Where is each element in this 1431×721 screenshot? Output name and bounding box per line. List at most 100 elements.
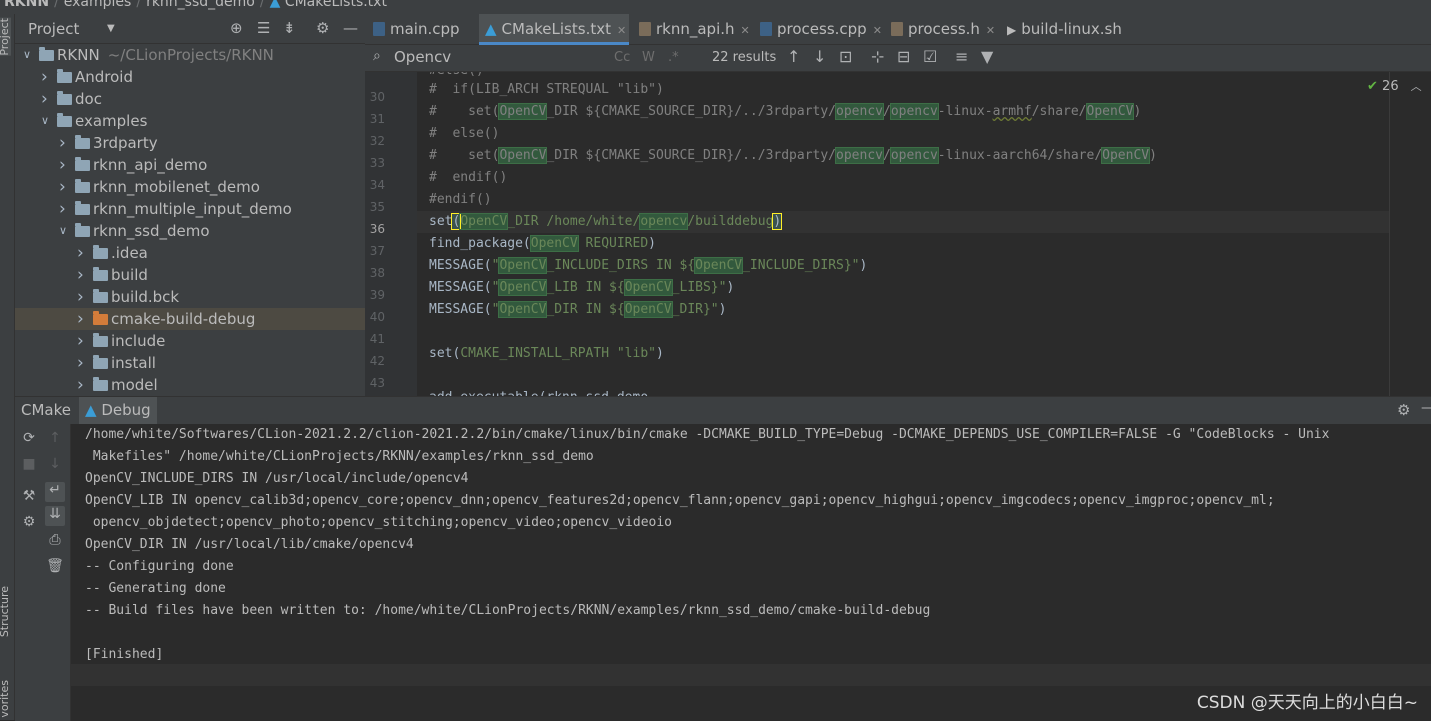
breadcrumb-item[interactable]: examples	[64, 0, 132, 10]
code-line[interactable]: MESSAGE("OpenCV_LIB IN ${OpenCV_LIBS}")	[429, 277, 734, 299]
chevron-right-icon[interactable]: ›	[77, 330, 84, 352]
tree-item[interactable]: › Android	[15, 66, 365, 88]
tree-item[interactable]: › model	[15, 374, 365, 396]
stop-icon[interactable]: ■	[19, 456, 39, 472]
tree-item[interactable]: › install	[15, 352, 365, 374]
chevron-down-icon[interactable]: ∨	[59, 220, 67, 242]
tab-build-linux-sh[interactable]: ▶ build-linux.sh	[1003, 14, 1139, 45]
print-icon[interactable]: ⎙	[45, 532, 65, 548]
code-line[interactable]: # endif()	[429, 167, 507, 189]
tree-item[interactable]: › rknn_api_demo	[15, 154, 365, 176]
tab-process-h[interactable]: process.h ✕	[887, 14, 999, 45]
chevron-right-icon[interactable]: ›	[41, 66, 48, 88]
close-icon[interactable]: ✕	[986, 24, 995, 37]
tree-item[interactable]: › cmake-build-debug	[15, 308, 365, 330]
code-line[interactable]: # set(OpenCV_DIR ${CMAKE_SOURCE_DIR}/../…	[429, 145, 1157, 167]
tree-item[interactable]: ∨ rknn_ssd_demo	[15, 220, 365, 242]
tree-item[interactable]: ∨ RKNN ~/CLionProjects/RKNN	[15, 44, 365, 66]
tab-main-cpp[interactable]: main.cpp	[369, 14, 479, 45]
select-occurrences-icon[interactable]: ☑	[923, 47, 937, 66]
add-occurrence-icon[interactable]: ⊹	[871, 47, 884, 66]
code-line[interactable]: #endif()	[429, 189, 492, 211]
breadcrumb-item[interactable]: RKNN	[4, 0, 49, 10]
options-icon[interactable]: ≡	[955, 47, 968, 66]
chevron-right-icon[interactable]: ›	[77, 242, 84, 264]
hide-icon[interactable]: —	[343, 19, 358, 37]
chevron-right-icon[interactable]: ›	[41, 88, 48, 110]
chevron-right-icon[interactable]: ›	[59, 198, 66, 220]
chevron-right-icon[interactable]: ›	[77, 352, 84, 374]
collapse-all-icon[interactable]: ☰	[257, 19, 270, 37]
tree-item[interactable]: › rknn_multiple_input_demo	[15, 198, 365, 220]
gear-icon[interactable]: ⚙	[316, 19, 329, 37]
chevron-down-icon[interactable]: ∨	[23, 44, 31, 66]
inspection-widget[interactable]: ✔ 26 ︿	[1367, 78, 1422, 94]
code-line[interactable]: MESSAGE("OpenCV_DIR IN ${OpenCV_DIR}")	[429, 299, 726, 321]
code-line[interactable]: MESSAGE("OpenCV_INCLUDE_DIRS IN ${OpenCV…	[429, 255, 867, 277]
breadcrumb-item[interactable]: rknn_ssd_demo	[146, 0, 255, 10]
tree-item[interactable]: ∨ examples	[15, 110, 365, 132]
trash-icon[interactable]: 🗑	[45, 558, 65, 574]
code-line[interactable]: # if(LIB_ARCH STREQUAL "lib")	[429, 79, 664, 101]
close-icon[interactable]: ✕	[873, 24, 882, 37]
tab-process-cpp[interactable]: process.cpp ✕	[756, 14, 882, 45]
code-line[interactable]: find_package(OpenCV REQUIRED)	[429, 233, 656, 255]
cmake-settings-icon[interactable]: ⚒	[19, 488, 39, 504]
tab-rknn-api-h[interactable]: rknn_api.h ✕	[635, 14, 753, 45]
tree-item[interactable]: › build	[15, 264, 365, 286]
code-line[interactable]: set(OpenCV_DIR /home/white/opencv/buildd…	[417, 211, 1389, 233]
chevron-down-icon[interactable]: ▼	[107, 23, 115, 34]
favorites-tool-button[interactable]: vorites	[0, 680, 11, 718]
structure-tool-button[interactable]: Structure	[0, 586, 11, 637]
chevron-up-icon[interactable]: ︿	[1411, 80, 1422, 93]
select-all-icon[interactable]: ⊡	[839, 47, 852, 66]
arrow-down-icon[interactable]: ↓	[813, 47, 826, 66]
code-line[interactable]: add_executable(rknn_ssd_demo	[429, 387, 648, 396]
gear-icon[interactable]: ⚙	[19, 514, 39, 530]
chevron-down-icon[interactable]: ∨	[41, 110, 49, 132]
tab-cmakelists[interactable]: ▲ CMakeLists.txt ✕	[479, 14, 629, 45]
chevron-right-icon[interactable]: ›	[59, 154, 66, 176]
arrow-up-icon[interactable]: ↑	[787, 47, 800, 66]
locate-icon[interactable]: ⊕	[230, 19, 243, 37]
hide-icon[interactable]: —	[1421, 400, 1431, 416]
project-tool-button[interactable]: Project	[0, 18, 11, 56]
scroll-to-end-icon[interactable]: ⇊	[45, 506, 65, 526]
chevron-right-icon[interactable]: ›	[77, 374, 84, 396]
tree-item[interactable]: › 3rdparty	[15, 132, 365, 154]
search-icon[interactable]: ⌕	[373, 48, 381, 64]
close-icon[interactable]: ✕	[741, 24, 750, 37]
code-line[interactable]: # set(OpenCV_DIR ${CMAKE_SOURCE_DIR}/../…	[429, 101, 1141, 123]
console-output[interactable]: /home/white/Softwares/CLion-2021.2.2/cli…	[71, 424, 1431, 721]
search-input[interactable]: Opencv	[394, 48, 451, 66]
regex-toggle[interactable]: .*	[668, 50, 679, 65]
tree-item[interactable]: › include	[15, 330, 365, 352]
filter-icon[interactable]: ▼	[981, 47, 993, 66]
tab-debug[interactable]: ▲ Debug	[79, 397, 157, 424]
code-editor[interactable]: 3031323334353637383940414243 #else()# if…	[365, 72, 1431, 396]
chevron-right-icon[interactable]: ›	[77, 286, 84, 308]
remove-occurrence-icon[interactable]: ⊟	[897, 47, 910, 66]
arrow-up-icon[interactable]: ↑	[45, 430, 65, 446]
tree-item[interactable]: › rknn_mobilenet_demo	[15, 176, 365, 198]
gear-icon[interactable]: ⚙	[1397, 401, 1410, 419]
code-line[interactable]: set(CMAKE_INSTALL_RPATH "lib")	[429, 343, 664, 365]
match-case-toggle[interactable]: Cc	[614, 50, 630, 65]
tree-item[interactable]: › build.bck	[15, 286, 365, 308]
expand-all-icon[interactable]: ⇟	[283, 19, 296, 37]
code-line[interactable]: # else()	[429, 123, 499, 145]
close-icon[interactable]: ✕	[617, 24, 626, 37]
chevron-right-icon[interactable]: ›	[59, 176, 66, 198]
soft-wrap-icon[interactable]: ↵	[45, 482, 65, 502]
breadcrumb-item[interactable]: CMakeLists.txt	[285, 0, 387, 10]
arrow-down-icon[interactable]: ↓	[45, 456, 65, 472]
words-toggle[interactable]: W	[642, 50, 655, 65]
chevron-right-icon[interactable]: ›	[77, 308, 84, 330]
chevron-right-icon[interactable]: ›	[59, 132, 66, 154]
tree-item[interactable]: › .idea	[15, 242, 365, 264]
tree-item[interactable]: › doc	[15, 88, 365, 110]
reload-icon[interactable]: ⟳	[19, 430, 39, 446]
project-panel-title[interactable]: Project	[28, 20, 79, 38]
tab-cmake[interactable]: CMake	[15, 397, 77, 424]
chevron-right-icon[interactable]: ›	[77, 264, 84, 286]
